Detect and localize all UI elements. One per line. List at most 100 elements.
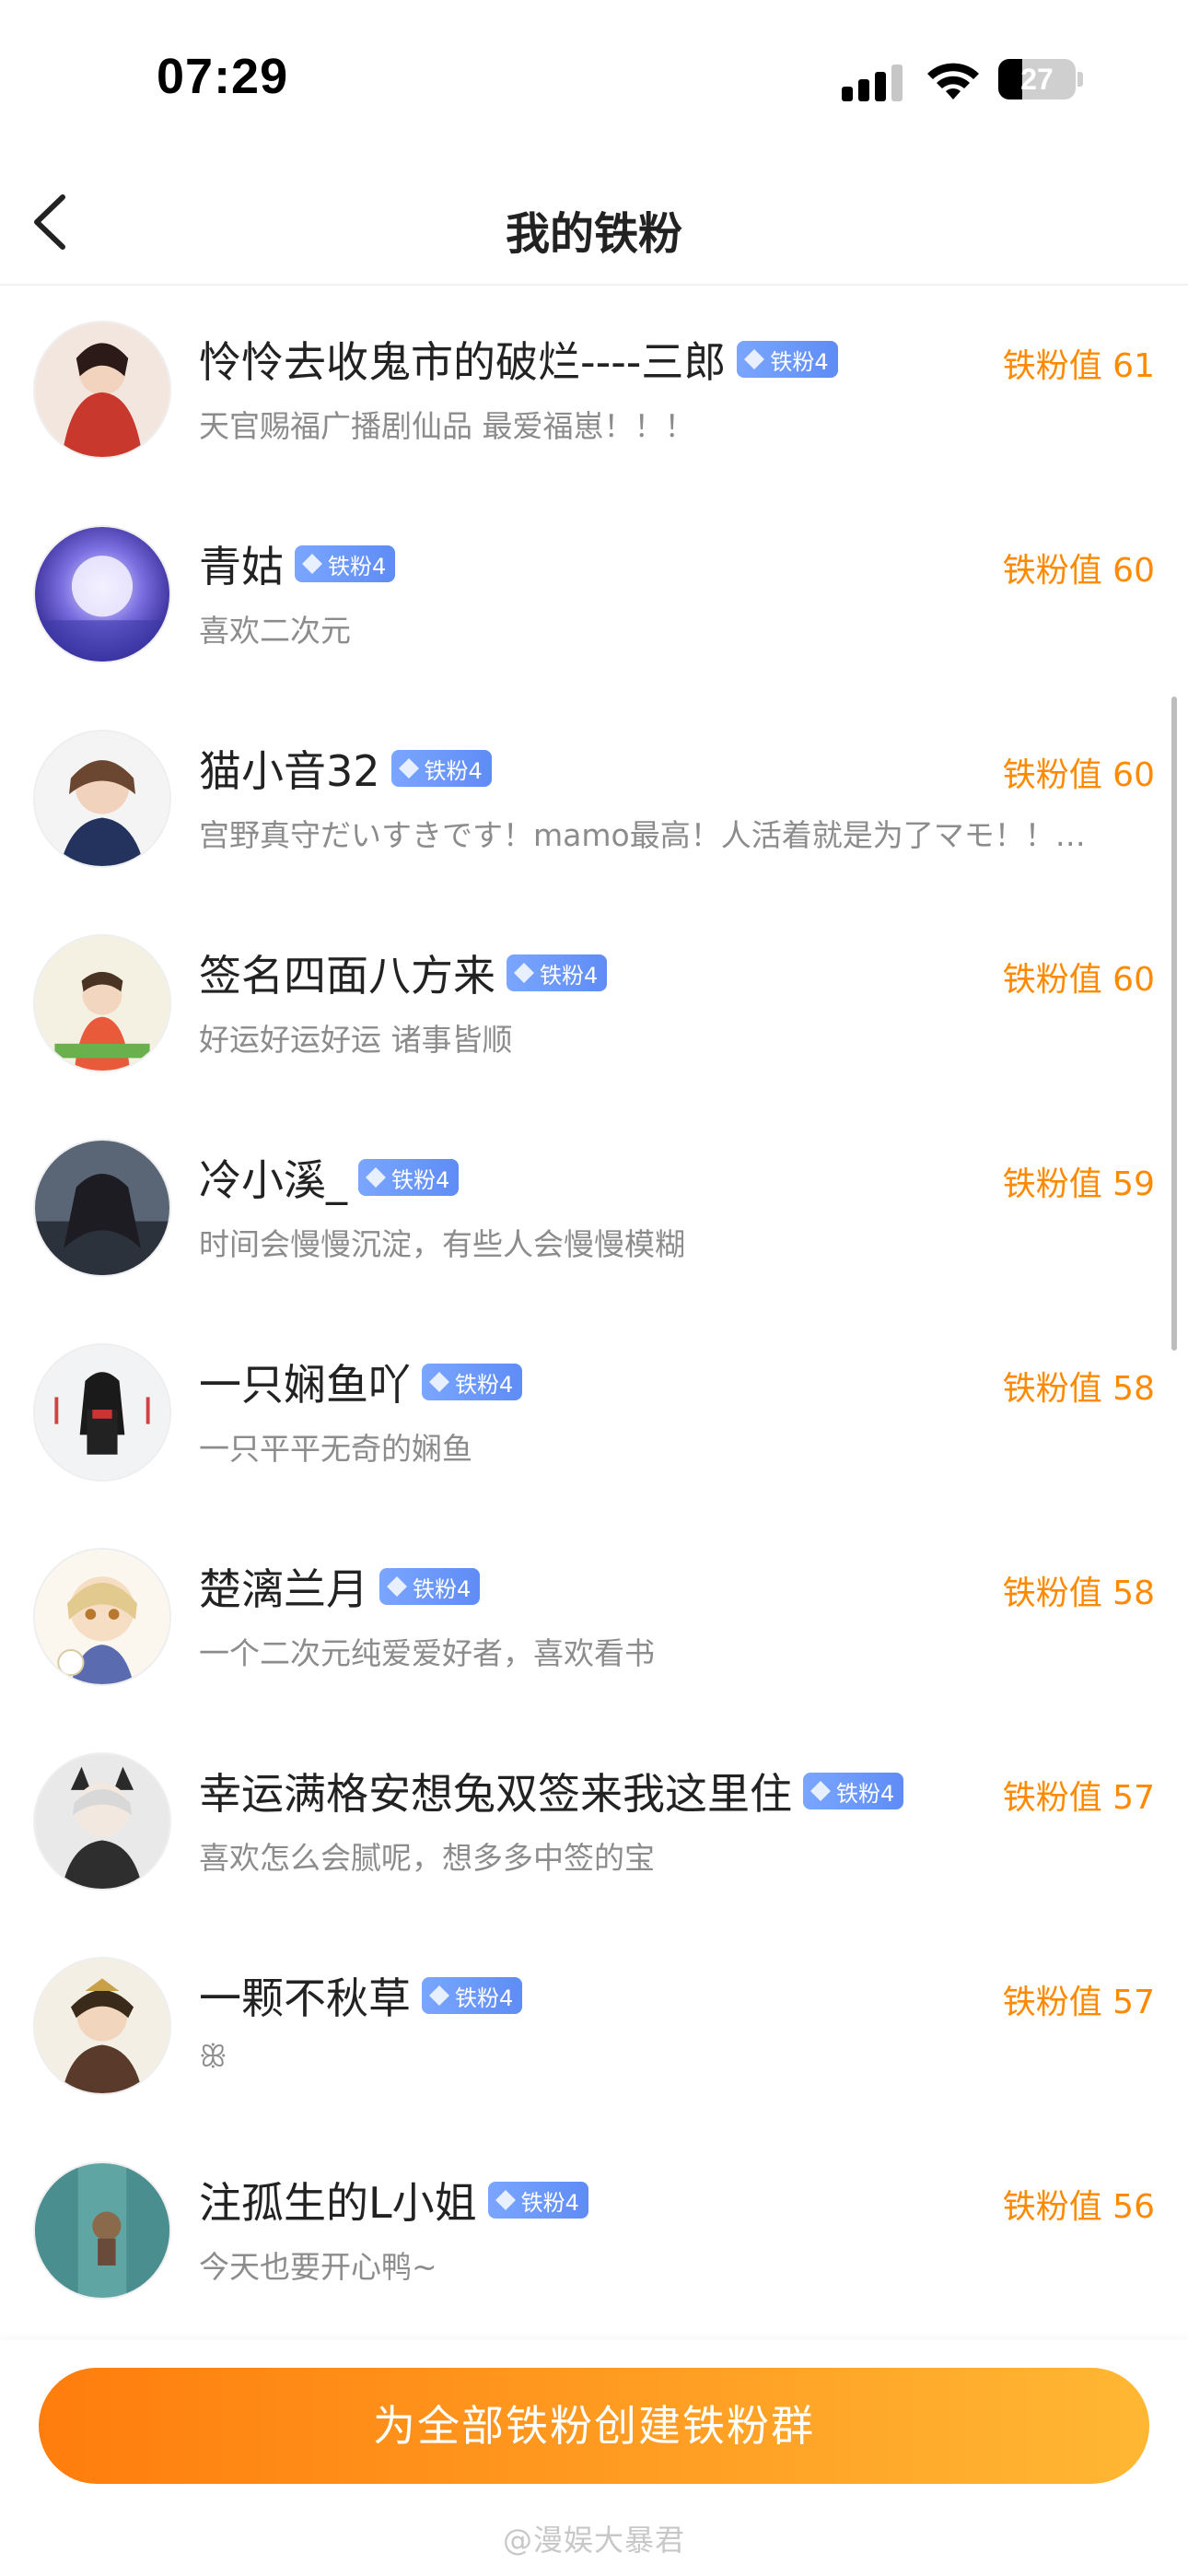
nav-bar: 我的铁粉 xyxy=(0,157,1188,286)
fan-row[interactable]: V 冷小溪_ 铁粉4 时间会慢慢沉淀，有些人会慢慢模糊 铁粉值 59 xyxy=(0,1106,1188,1310)
fan-row[interactable]: 签名四面八方来 铁粉4 好运好运好运 诸事皆顺 铁粉值 60 xyxy=(0,901,1188,1106)
fan-score: 铁粉值 60 xyxy=(1002,961,1155,999)
fan-name[interactable]: 怜怜去收鬼市的破烂----三郎 xyxy=(199,329,726,390)
fan-description: ꕥ xyxy=(199,2038,227,2074)
fan-name-line: 怜怜去收鬼市的破烂----三郎 铁粉4 xyxy=(199,332,838,387)
fan-row[interactable]: 怜怜去收鬼市的破烂----三郎 铁粉4 天官赐福广播剧仙品 最爱福崽！！！ 铁粉… xyxy=(0,287,1188,492)
avatar[interactable]: V xyxy=(33,1752,171,1891)
fan-name[interactable]: 幸运满格安想兔双签来我这里住 xyxy=(199,1761,792,1821)
fan-description: 一个二次元纯爱爱好者，喜欢看书 xyxy=(199,1635,655,1671)
fan-name[interactable]: 注孤生的L小姐 xyxy=(199,2170,477,2231)
avatar[interactable] xyxy=(33,730,171,868)
fan-level-badge: 铁粉4 xyxy=(487,2182,588,2219)
avatar[interactable] xyxy=(33,525,171,663)
fan-row[interactable]: 一只娴鱼吖 铁粉4 一只平平无奇的娴鱼 铁粉值 58 xyxy=(0,1310,1188,1515)
fan-row[interactable]: 注孤生的L小姐 铁粉4 今天也要开心鸭~ 铁粉值 56 xyxy=(0,2128,1188,2333)
bottom-bar: 为全部铁粉创建铁粉群 @漫娱大暴君 xyxy=(0,2340,1188,2576)
badge-label: 铁粉4 xyxy=(391,1166,450,1193)
fan-name-line: 幸运满格安想兔双签来我这里住 铁粉4 xyxy=(199,1761,904,1821)
avatar[interactable] xyxy=(33,321,171,459)
watermark: @漫娱大暴君 xyxy=(502,2523,685,2558)
fan-description: 宫野真守だいすきです！mamo最高！人活着就是为了マモ！！… xyxy=(199,817,1086,853)
avatar[interactable] xyxy=(33,2161,171,2300)
fan-description: 今天也要开心鸭~ xyxy=(199,2249,437,2285)
fan-score: 铁粉值 58 xyxy=(1002,1575,1155,1612)
fan-level-badge: 铁粉4 xyxy=(737,341,838,378)
fan-level-badge: 铁粉4 xyxy=(507,954,608,991)
fan-name-line: 楚漓兰月 铁粉4 xyxy=(199,1556,481,1617)
fan-score: 铁粉值 56 xyxy=(1002,2188,1155,2226)
fan-row[interactable]: V 幸运满格安想兔双签来我这里住 铁粉4 喜欢怎么会腻呢，想多多中签的宝 铁粉值… xyxy=(0,1719,1188,1924)
badge-label: 铁粉4 xyxy=(328,553,387,580)
fan-score: 铁粉值 61 xyxy=(1002,347,1155,385)
fan-description: 喜欢二次元 xyxy=(199,613,351,649)
avatar[interactable]: V xyxy=(33,1957,171,2095)
fan-row[interactable]: 楚漓兰月 铁粉4 一个二次元纯爱爱好者，喜欢看书 铁粉值 58 xyxy=(0,1515,1188,1719)
diamond-icon xyxy=(495,2190,516,2210)
fan-level-badge: 铁粉4 xyxy=(390,750,492,787)
badge-label: 铁粉4 xyxy=(413,1575,472,1602)
avatar[interactable] xyxy=(33,1343,171,1481)
fan-name-line: 一只娴鱼吖 铁粉4 xyxy=(199,1352,523,1412)
page-title: 我的铁粉 xyxy=(505,208,682,260)
fan-level-badge: 铁粉4 xyxy=(422,1977,523,2014)
verified-badge-icon: V xyxy=(158,1264,169,1275)
fan-level-badge: 铁粉4 xyxy=(295,545,396,582)
fan-score: 铁粉值 57 xyxy=(1002,1984,1155,2021)
status-time: 07:29 xyxy=(157,49,289,104)
badge-label: 铁粉4 xyxy=(836,1780,895,1807)
fan-name-line: 青姑 铁粉4 xyxy=(199,533,396,594)
fan-name-line: 一颗不秋草 铁粉4 xyxy=(199,1965,523,2026)
fan-name-line: 猫小音32 铁粉4 xyxy=(199,741,492,796)
fan-score: 铁粉值 57 xyxy=(1002,1779,1155,1817)
diamond-icon xyxy=(387,1576,407,1597)
diamond-icon xyxy=(398,758,419,779)
avatar[interactable] xyxy=(33,1548,171,1686)
fan-name[interactable]: 一只娴鱼吖 xyxy=(199,1352,411,1412)
fan-description: 喜欢怎么会腻呢，想多多中签的宝 xyxy=(199,1840,655,1876)
fan-list: 怜怜去收鬼市的破烂----三郎 铁粉4 天官赐福广播剧仙品 最爱福崽！！！ 铁粉… xyxy=(0,287,1188,2333)
fan-description: 天官赐福广播剧仙品 最爱福崽！！！ xyxy=(199,408,695,444)
badge-label: 铁粉4 xyxy=(424,757,483,784)
scrollbar[interactable] xyxy=(1171,697,1177,1351)
cellular-signal-icon xyxy=(842,64,903,101)
status-bar: 07:29 27 xyxy=(0,0,1188,157)
fan-level-badge: 铁粉4 xyxy=(358,1159,460,1196)
fan-name-line: 注孤生的L小姐 铁粉4 xyxy=(199,2172,588,2228)
fan-name[interactable]: 青姑 xyxy=(199,533,284,594)
fan-level-badge: 铁粉4 xyxy=(379,1568,481,1605)
fan-name[interactable]: 猫小音32 xyxy=(199,738,380,799)
fan-score: 铁粉值 60 xyxy=(1002,552,1155,590)
fan-name[interactable]: 签名四面八方来 xyxy=(199,943,495,1003)
badge-label: 铁粉4 xyxy=(455,1985,514,2011)
fan-name[interactable]: 楚漓兰月 xyxy=(199,1556,368,1617)
badge-label: 铁粉4 xyxy=(455,1371,514,1398)
fan-row[interactable]: 猫小音32 铁粉4 宫野真守だいすきです！mamo最高！人活着就是为了マモ！！…… xyxy=(0,697,1188,901)
create-fan-group-button[interactable]: 为全部铁粉创建铁粉群 xyxy=(39,2368,1149,2484)
diamond-icon xyxy=(744,349,765,369)
battery-level: 27 xyxy=(1020,63,1054,96)
fan-level-badge: 铁粉4 xyxy=(422,1364,523,1400)
screen: 07:29 27 我的铁粉 怜怜去收鬼市的破烂----三郎 铁粉4 天官赐福广播… xyxy=(0,0,1188,2576)
fan-description: 一只平平无奇的娴鱼 xyxy=(199,1431,472,1467)
avatar[interactable] xyxy=(33,934,171,1072)
avatar[interactable]: V xyxy=(33,1139,171,1277)
diamond-icon xyxy=(429,1372,449,1392)
battery-icon: 27 xyxy=(998,59,1083,100)
fan-score: 铁粉值 59 xyxy=(1002,1165,1155,1203)
fan-name-line: 签名四面八方来 铁粉4 xyxy=(199,943,608,1003)
verified-badge-icon: V xyxy=(158,1878,169,1889)
fan-row[interactable]: V 一颗不秋草 铁粉4 ꕥ 铁粉值 57 xyxy=(0,1924,1188,2128)
diamond-icon xyxy=(366,1167,386,1188)
fan-row[interactable]: 青姑 铁粉4 喜欢二次元 铁粉值 60 xyxy=(0,492,1188,697)
fan-name[interactable]: 冷小溪_ xyxy=(199,1147,347,1208)
badge-label: 铁粉4 xyxy=(770,348,829,375)
badge-label: 铁粉4 xyxy=(540,962,599,989)
fan-description: 时间会慢慢沉淀，有些人会慢慢模糊 xyxy=(199,1226,685,1262)
fan-name[interactable]: 一颗不秋草 xyxy=(199,1965,411,2026)
fan-description: 好运好运好运 诸事皆顺 xyxy=(199,1022,513,1058)
badge-label: 铁粉4 xyxy=(520,2189,579,2216)
diamond-icon xyxy=(302,554,322,574)
verified-badge-icon: V xyxy=(158,2082,169,2093)
diamond-icon xyxy=(810,1781,831,1801)
